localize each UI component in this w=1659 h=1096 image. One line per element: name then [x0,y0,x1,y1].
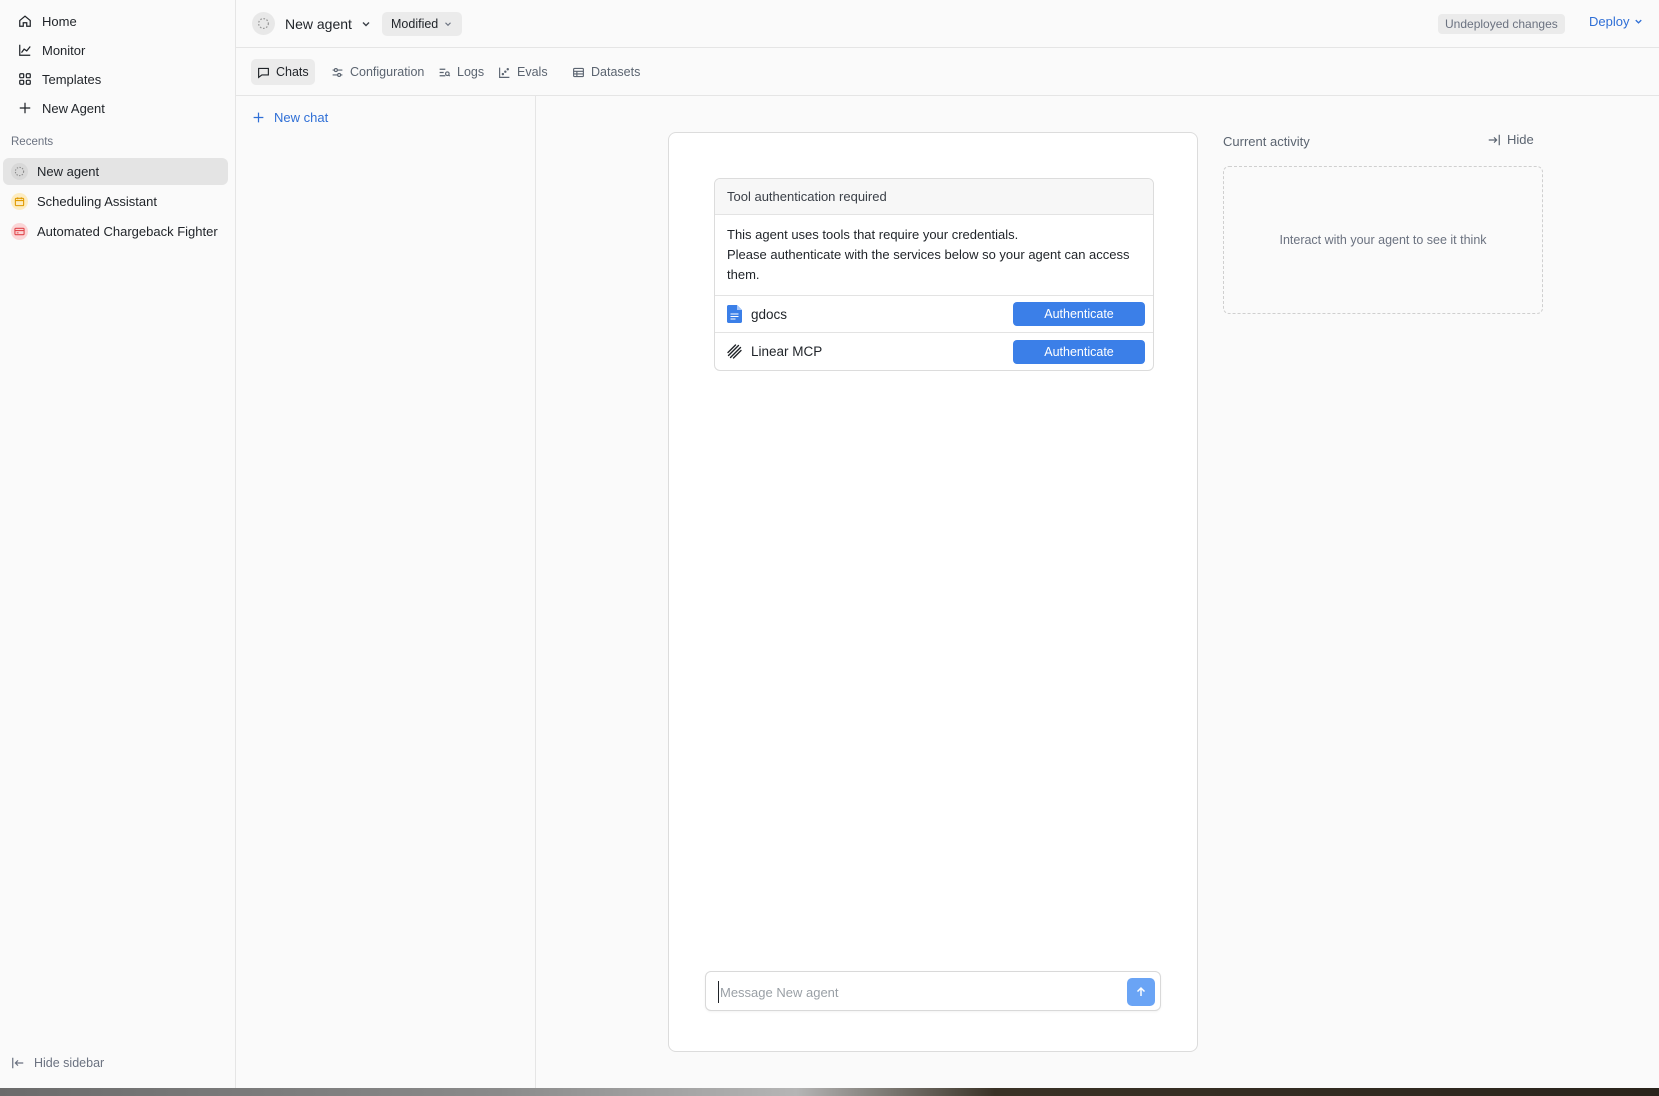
new-chat-label: New chat [274,110,329,125]
sliders-icon [332,67,343,77]
chat-icon [258,67,269,79]
tool-auth-title: Tool authentication required [715,179,1153,215]
tool-auth-line-2: Please authenticate with the services be… [727,247,1130,282]
google-docs-icon [725,305,743,323]
home-icon [19,15,31,27]
tool-name-gdocs: gdocs [751,306,788,322]
send-button[interactable] [1127,978,1155,1006]
tool-row-gdocs: gdocs Authenticate [715,296,1153,333]
tool-row-linear: Linear MCP Authenticate [715,333,1153,370]
recent-new-agent[interactable]: New agent [3,158,228,185]
activity-empty-text: Interact with your agent to see it think [1279,233,1487,247]
recents-heading: Recents [11,136,54,148]
tool-auth-line-1: This agent uses tools that require your … [727,227,1019,242]
hide-sidebar-button[interactable]: Hide sidebar [11,1056,104,1070]
deploy-button[interactable]: Deploy [1589,14,1644,29]
sidebar: Home Monitor Templates New Agent Recents… [0,0,236,1088]
agent-dots-icon [11,163,28,180]
grid-icon [19,73,31,85]
nav-home-label: Home [42,13,77,29]
tab-datasets[interactable]: Datasets [566,59,646,85]
recent-chargeback-fighter-label: Automated Chargeback Fighter [37,224,218,239]
message-input[interactable] [718,981,1118,1003]
agent-avatar [252,12,275,35]
main-area: Tool authentication required This agent … [536,96,1659,1088]
tab-chats-label: Chats [276,65,309,79]
tool-name-linear: Linear MCP [751,344,823,359]
chevron-down-icon [1635,19,1643,24]
nav-home[interactable]: Home [6,7,228,35]
deploy-label: Deploy [1589,14,1630,29]
hide-activity-button[interactable]: Hide [1487,132,1534,147]
logs-icon [439,68,451,77]
nav-new-agent[interactable]: New Agent [6,94,228,122]
new-chat-button[interactable]: New chat [252,110,328,125]
recent-scheduling-assistant[interactable]: Scheduling Assistant [3,188,228,215]
chevron-down-icon [362,21,370,26]
tab-chats[interactable]: Chats [251,59,315,85]
top-bar: New agent Modified Undeployed changes De… [236,0,1659,48]
scatter-icon [499,67,510,78]
tool-auth-description: This agent uses tools that require your … [715,215,1153,296]
tab-evals-label: Evals [517,65,548,79]
tab-configuration[interactable]: Configuration [325,59,430,85]
recent-chargeback-fighter[interactable]: Automated Chargeback Fighter [3,218,228,245]
version-label: Modified [391,17,439,31]
nav-monitor-label: Monitor [42,42,86,58]
chevron-down-icon [445,22,452,27]
plus-icon [253,112,264,123]
collapse-right-icon [1488,134,1500,145]
recent-scheduling-assistant-label: Scheduling Assistant [37,194,157,209]
arrow-up-icon [1136,986,1146,996]
chat-window: Tool authentication required This agent … [668,132,1198,1052]
table-icon [573,67,584,77]
tab-datasets-label: Datasets [591,65,641,79]
message-composer [705,971,1161,1011]
current-activity-title: Current activity [1223,134,1310,149]
version-dropdown[interactable]: Modified [382,12,463,36]
tab-configuration-label: Configuration [350,65,425,79]
collapse-left-icon [12,1057,24,1069]
tab-evals[interactable]: Evals [492,59,554,85]
nav-templates-label: Templates [42,71,102,87]
tab-logs-label: Logs [457,65,485,79]
hide-sidebar-label: Hide sidebar [34,1056,105,1070]
credit-card-icon [11,223,28,240]
linear-icon [725,343,743,361]
activity-empty-state: Interact with your agent to see it think [1223,166,1543,314]
authenticate-gdocs-button[interactable]: Authenticate [1013,302,1145,326]
desktop-strip [0,1088,1659,1096]
chat-list-panel: New chat [236,96,536,1088]
calendar-icon [11,193,28,210]
tool-auth-card: Tool authentication required This agent … [714,178,1154,371]
nav-new-agent-label: New Agent [42,100,105,116]
agent-switcher[interactable]: New agent [252,12,372,35]
nav-templates[interactable]: Templates [6,65,228,93]
undeployed-badge: Undeployed changes [1438,14,1565,34]
nav-monitor[interactable]: Monitor [6,36,228,64]
plus-icon [19,102,31,114]
recent-new-agent-label: New agent [37,164,100,179]
tab-logs[interactable]: Logs [432,59,490,85]
tabs-bar: Chats Configuration Logs Evals Datasets [236,48,1659,96]
chart-line-icon [19,44,31,56]
agent-name: New agent [285,15,352,32]
authenticate-linear-button[interactable]: Authenticate [1013,339,1145,364]
hide-activity-label: Hide [1507,132,1534,147]
